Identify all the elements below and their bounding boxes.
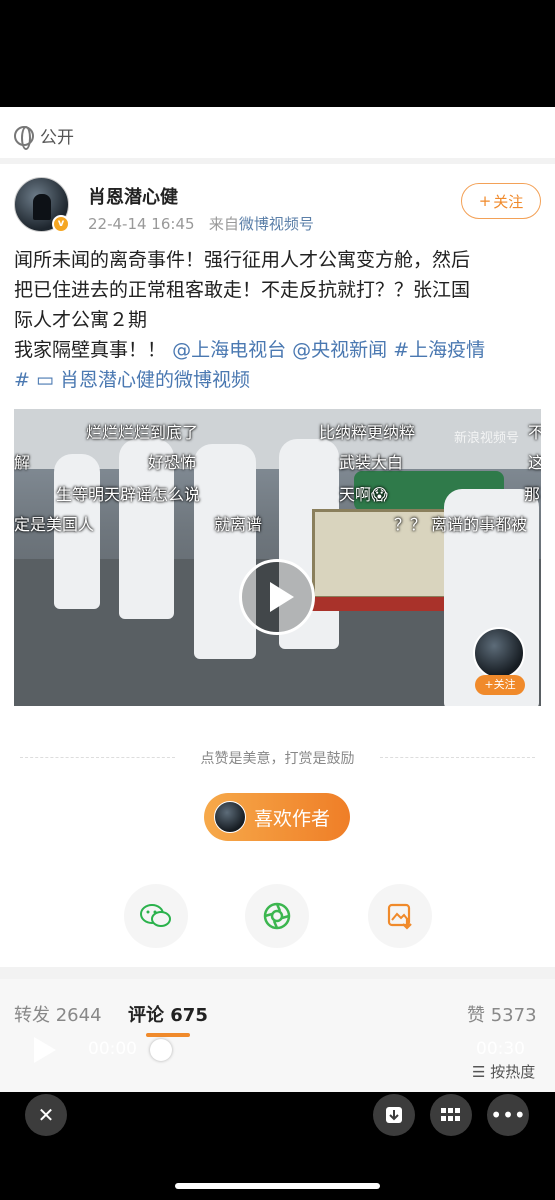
sort-button[interactable]: ☰ 按热度 xyxy=(472,1061,535,1082)
tab-comments[interactable]: 评论 675 xyxy=(128,1001,208,1027)
danmu-comment: 这 xyxy=(528,453,541,472)
progress-slider[interactable] xyxy=(150,1039,172,1061)
like-author-label: 喜欢作者 xyxy=(254,807,331,830)
danmu-comment: 不 xyxy=(528,423,541,442)
mention-link[interactable]: @央视新闻 xyxy=(292,339,387,361)
current-time: 00:00 xyxy=(88,1039,137,1059)
stats-bar: 转发 2644 评论 675 赞 5373 00:00 00:30 ☰ 按热度 xyxy=(0,979,555,1094)
tab-repost[interactable]: 转发 2644 xyxy=(14,1001,102,1027)
grid-icon[interactable] xyxy=(430,1094,472,1136)
follow-button[interactable]: + 关注 xyxy=(461,183,541,219)
mention-link[interactable]: @上海电视台 xyxy=(172,339,286,361)
danmu-comment: 生等明天辟谣怎么说 xyxy=(56,485,201,504)
visibility-label: 公开 xyxy=(40,128,74,148)
post-date: 22-4-14 16:45 xyxy=(88,215,195,233)
wechat-icon[interactable] xyxy=(124,884,188,948)
danmu-comment: 比纳粹更纳粹 xyxy=(319,423,416,442)
post-text-line: 闻所未闻的离奇事件！强行征用人才公寓变方舱，然后 xyxy=(14,249,471,271)
active-tab-indicator xyxy=(146,1033,190,1037)
video-player[interactable]: 新浪视频号 烂烂烂烂到底了 比纳粹更纳粹 好恐怖 武装大白 解 生等明天辟谣怎么… xyxy=(14,409,541,706)
danmu-comment: 武装大白 xyxy=(339,453,404,472)
moments-icon[interactable] xyxy=(245,884,309,948)
video-link[interactable]: # ▭ 肖恩潜心健的微博视频 xyxy=(14,365,544,395)
follow-label: 关注 xyxy=(493,192,524,211)
video-figure xyxy=(194,444,256,659)
danmu-comment: 天啊😱 xyxy=(339,485,388,504)
post-text: 闻所未闻的离奇事件！强行征用人才公寓变方舱，然后 把已住进去的正常租客敢走！不走… xyxy=(14,245,544,395)
like-count: 5373 xyxy=(490,1005,537,1026)
post-text-span: 我家隔壁真事！！ xyxy=(14,339,167,361)
verified-badge-icon: v xyxy=(52,215,70,233)
source-prefix: 来自 xyxy=(208,215,239,233)
more-icon[interactable]: ••• xyxy=(487,1094,529,1136)
play-icon[interactable] xyxy=(239,559,315,635)
divider xyxy=(0,967,555,979)
post-text-line: 我家隔壁真事！！ @上海电视台 @央视新闻 #上海疫情 xyxy=(14,335,544,365)
danmu-comment: 好恐怖 xyxy=(148,453,197,472)
repost-label: 转发 xyxy=(14,1005,50,1026)
author-mini-avatar xyxy=(214,801,246,833)
divider xyxy=(0,158,555,164)
like-label: 赞 xyxy=(467,1005,485,1026)
like-author-button[interactable]: 喜欢作者 xyxy=(204,793,350,841)
video-watermark: 新浪视频号 xyxy=(454,431,520,446)
bottom-toolbar: ✕ ••• xyxy=(0,1092,555,1200)
hashtag-link[interactable]: #上海疫情 xyxy=(393,339,485,361)
download-icon[interactable] xyxy=(373,1094,415,1136)
sort-icon: ☰ xyxy=(472,1063,486,1081)
video-follow-button[interactable]: +关注 xyxy=(475,675,525,695)
danmu-comment: ？？ 离谱的事都被 xyxy=(394,515,528,534)
danmu-comment: 那 xyxy=(524,485,541,504)
save-image-icon[interactable] xyxy=(368,884,432,948)
post-meta: 22-4-14 16:45 来自微博视频号 xyxy=(88,213,314,234)
post-text-line: 把已住进去的正常租客敢走！不走反抗就打？？张江国 xyxy=(14,279,471,301)
close-icon[interactable]: ✕ xyxy=(25,1094,67,1136)
post-source[interactable]: 微博视频号 xyxy=(239,215,314,233)
comment-count: 675 xyxy=(170,1005,208,1026)
play-icon[interactable] xyxy=(34,1037,56,1063)
home-indicator xyxy=(175,1183,380,1189)
sort-label: 按热度 xyxy=(490,1063,536,1081)
reward-tip: 点赞是美意，打赏是鼓励 xyxy=(200,751,355,767)
author-name[interactable]: 肖恩潜心健 xyxy=(88,183,178,209)
danmu-comment: 解 xyxy=(14,453,31,472)
plus-icon: + xyxy=(478,192,492,210)
repost-count: 2644 xyxy=(55,1005,102,1026)
danmu-comment: 就离谱 xyxy=(214,515,263,534)
visibility-indicator: 公开 xyxy=(14,123,74,150)
video-author-avatar[interactable] xyxy=(473,627,525,679)
comment-label: 评论 xyxy=(128,1005,164,1026)
tab-likes[interactable]: 赞 5373 xyxy=(467,1001,537,1027)
danmu-comment: 定是美国人 xyxy=(14,515,95,534)
weibo-post-card: 公开 v 肖恩潜心健 22-4-14 16:45 来自微博视频号 + 关注 闻所… xyxy=(0,107,555,1094)
danmu-comment: 烂烂烂烂到底了 xyxy=(86,423,199,442)
duration: 00:30 xyxy=(476,1039,525,1059)
post-text-line: 际人才公寓２期 xyxy=(14,309,148,331)
globe-icon xyxy=(14,125,34,150)
divider xyxy=(380,757,535,758)
status-area xyxy=(0,0,555,107)
